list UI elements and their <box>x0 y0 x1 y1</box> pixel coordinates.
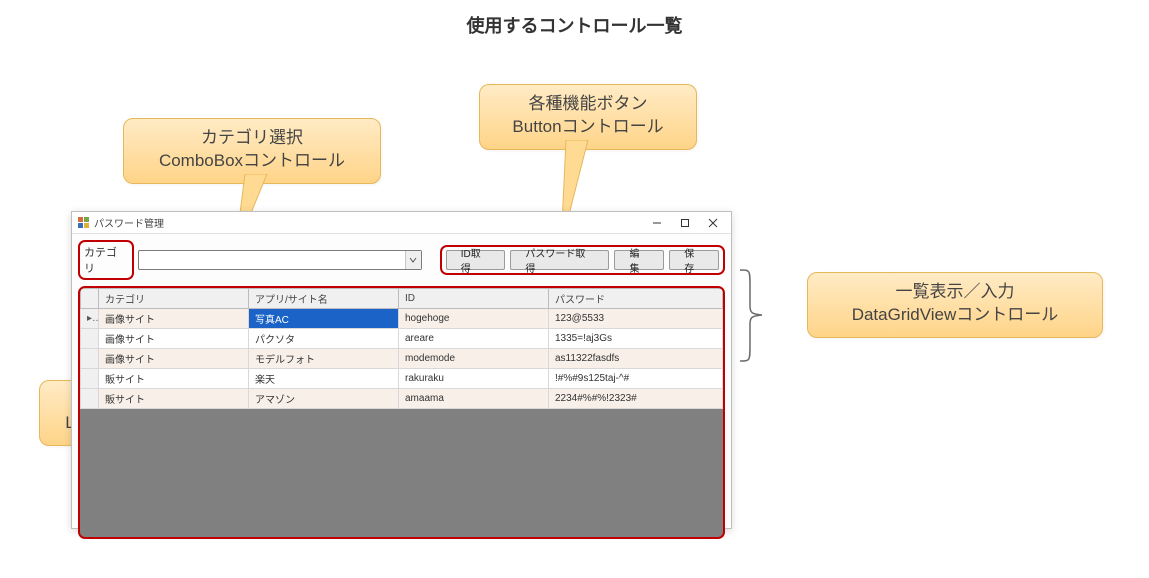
close-icon <box>708 218 718 228</box>
row-header[interactable]: ▸ <box>81 309 99 329</box>
callout-datagridview: 一覧表示／入力 DataGridViewコントロール <box>807 272 1103 338</box>
window-close-button[interactable] <box>699 213 727 233</box>
app-window: パスワード管理 カテゴリ ID取得 パスワード取得 編集 保存 <box>71 211 732 529</box>
row-header[interactable] <box>81 329 99 349</box>
grid-header-row: カテゴリ アプリ/サイト名 ID パスワード <box>81 289 723 309</box>
cell-password[interactable]: as11322fasdfs <box>549 349 723 369</box>
edit-button[interactable]: 編集 <box>614 250 664 270</box>
grid-corner <box>81 289 99 309</box>
window-titlebar[interactable]: パスワード管理 <box>72 212 731 234</box>
window-title: パスワード管理 <box>94 215 164 230</box>
cell-id[interactable]: areare <box>399 329 549 349</box>
col-header-category[interactable]: カテゴリ <box>99 289 249 309</box>
table-row[interactable]: 販サイト楽天rakuraku!#%#9s125taj-^# <box>81 369 723 389</box>
cell-category[interactable]: 画像サイト <box>99 309 249 329</box>
callout-grid-line2: DataGridViewコントロール <box>824 304 1086 327</box>
data-grid[interactable]: カテゴリ アプリ/サイト名 ID パスワード ▸画像サイト写真AChogehog… <box>78 286 725 539</box>
window-minimize-button[interactable] <box>643 213 671 233</box>
category-combobox[interactable] <box>138 250 422 270</box>
cell-id[interactable]: modemode <box>399 349 549 369</box>
brace-grid <box>732 268 772 368</box>
cell-id[interactable]: rakuraku <box>399 369 549 389</box>
callout-combobox-line2: ComboBoxコントロール <box>140 150 364 173</box>
chevron-down-icon <box>405 251 421 269</box>
cell-password[interactable]: 2234#%#%!2323# <box>549 389 723 409</box>
col-header-app[interactable]: アプリ/サイト名 <box>249 289 399 309</box>
app-icon <box>78 217 90 229</box>
callout-buttons-line2: Buttonコントロール <box>496 116 680 139</box>
cell-id[interactable]: amaama <box>399 389 549 409</box>
button-group-outline: ID取得 パスワード取得 編集 保存 <box>440 245 725 275</box>
minimize-icon <box>652 218 662 228</box>
save-button[interactable]: 保存 <box>669 250 719 270</box>
table-row[interactable]: 画像サイトモデルフォトmodemodeas11322fasdfs <box>81 349 723 369</box>
cell-app[interactable]: 写真AC <box>249 309 399 329</box>
cell-app[interactable]: アマゾン <box>249 389 399 409</box>
cell-category[interactable]: 販サイト <box>99 389 249 409</box>
cell-password[interactable]: !#%#9s125taj-^# <box>549 369 723 389</box>
callout-grid-line1: 一覧表示／入力 <box>824 281 1086 304</box>
maximize-icon <box>680 218 690 228</box>
row-header[interactable] <box>81 349 99 369</box>
category-combobox-text <box>139 253 405 267</box>
table-row[interactable]: 販サイトアマゾンamaama2234#%#%!2323# <box>81 389 723 409</box>
callout-combobox-line1: カテゴリ選択 <box>140 127 364 150</box>
cell-app[interactable]: モデルフォト <box>249 349 399 369</box>
callout-buttons-line1: 各種機能ボタン <box>496 93 680 116</box>
get-password-button[interactable]: パスワード取得 <box>510 250 609 270</box>
cell-category[interactable]: 画像サイト <box>99 349 249 369</box>
category-label: カテゴリ <box>78 240 134 280</box>
col-header-id[interactable]: ID <box>399 289 549 309</box>
cell-password[interactable]: 123@5533 <box>549 309 723 329</box>
cell-category[interactable]: 画像サイト <box>99 329 249 349</box>
cell-app[interactable]: 楽天 <box>249 369 399 389</box>
cell-category[interactable]: 販サイト <box>99 369 249 389</box>
row-header[interactable] <box>81 389 99 409</box>
page-title: 使用するコントロール一覧 <box>0 12 1149 38</box>
cell-id[interactable]: hogehoge <box>399 309 549 329</box>
cell-password[interactable]: 1335=!aj3Gs <box>549 329 723 349</box>
window-maximize-button[interactable] <box>671 213 699 233</box>
table-row[interactable]: ▸画像サイト写真AChogehoge123@5533 <box>81 309 723 329</box>
toolbar: カテゴリ ID取得 パスワード取得 編集 保存 <box>72 234 731 286</box>
cell-app[interactable]: パクソタ <box>249 329 399 349</box>
table-row[interactable]: 画像サイトパクソタareare1335=!aj3Gs <box>81 329 723 349</box>
get-id-button[interactable]: ID取得 <box>446 250 506 270</box>
row-header[interactable] <box>81 369 99 389</box>
col-header-password[interactable]: パスワード <box>549 289 723 309</box>
